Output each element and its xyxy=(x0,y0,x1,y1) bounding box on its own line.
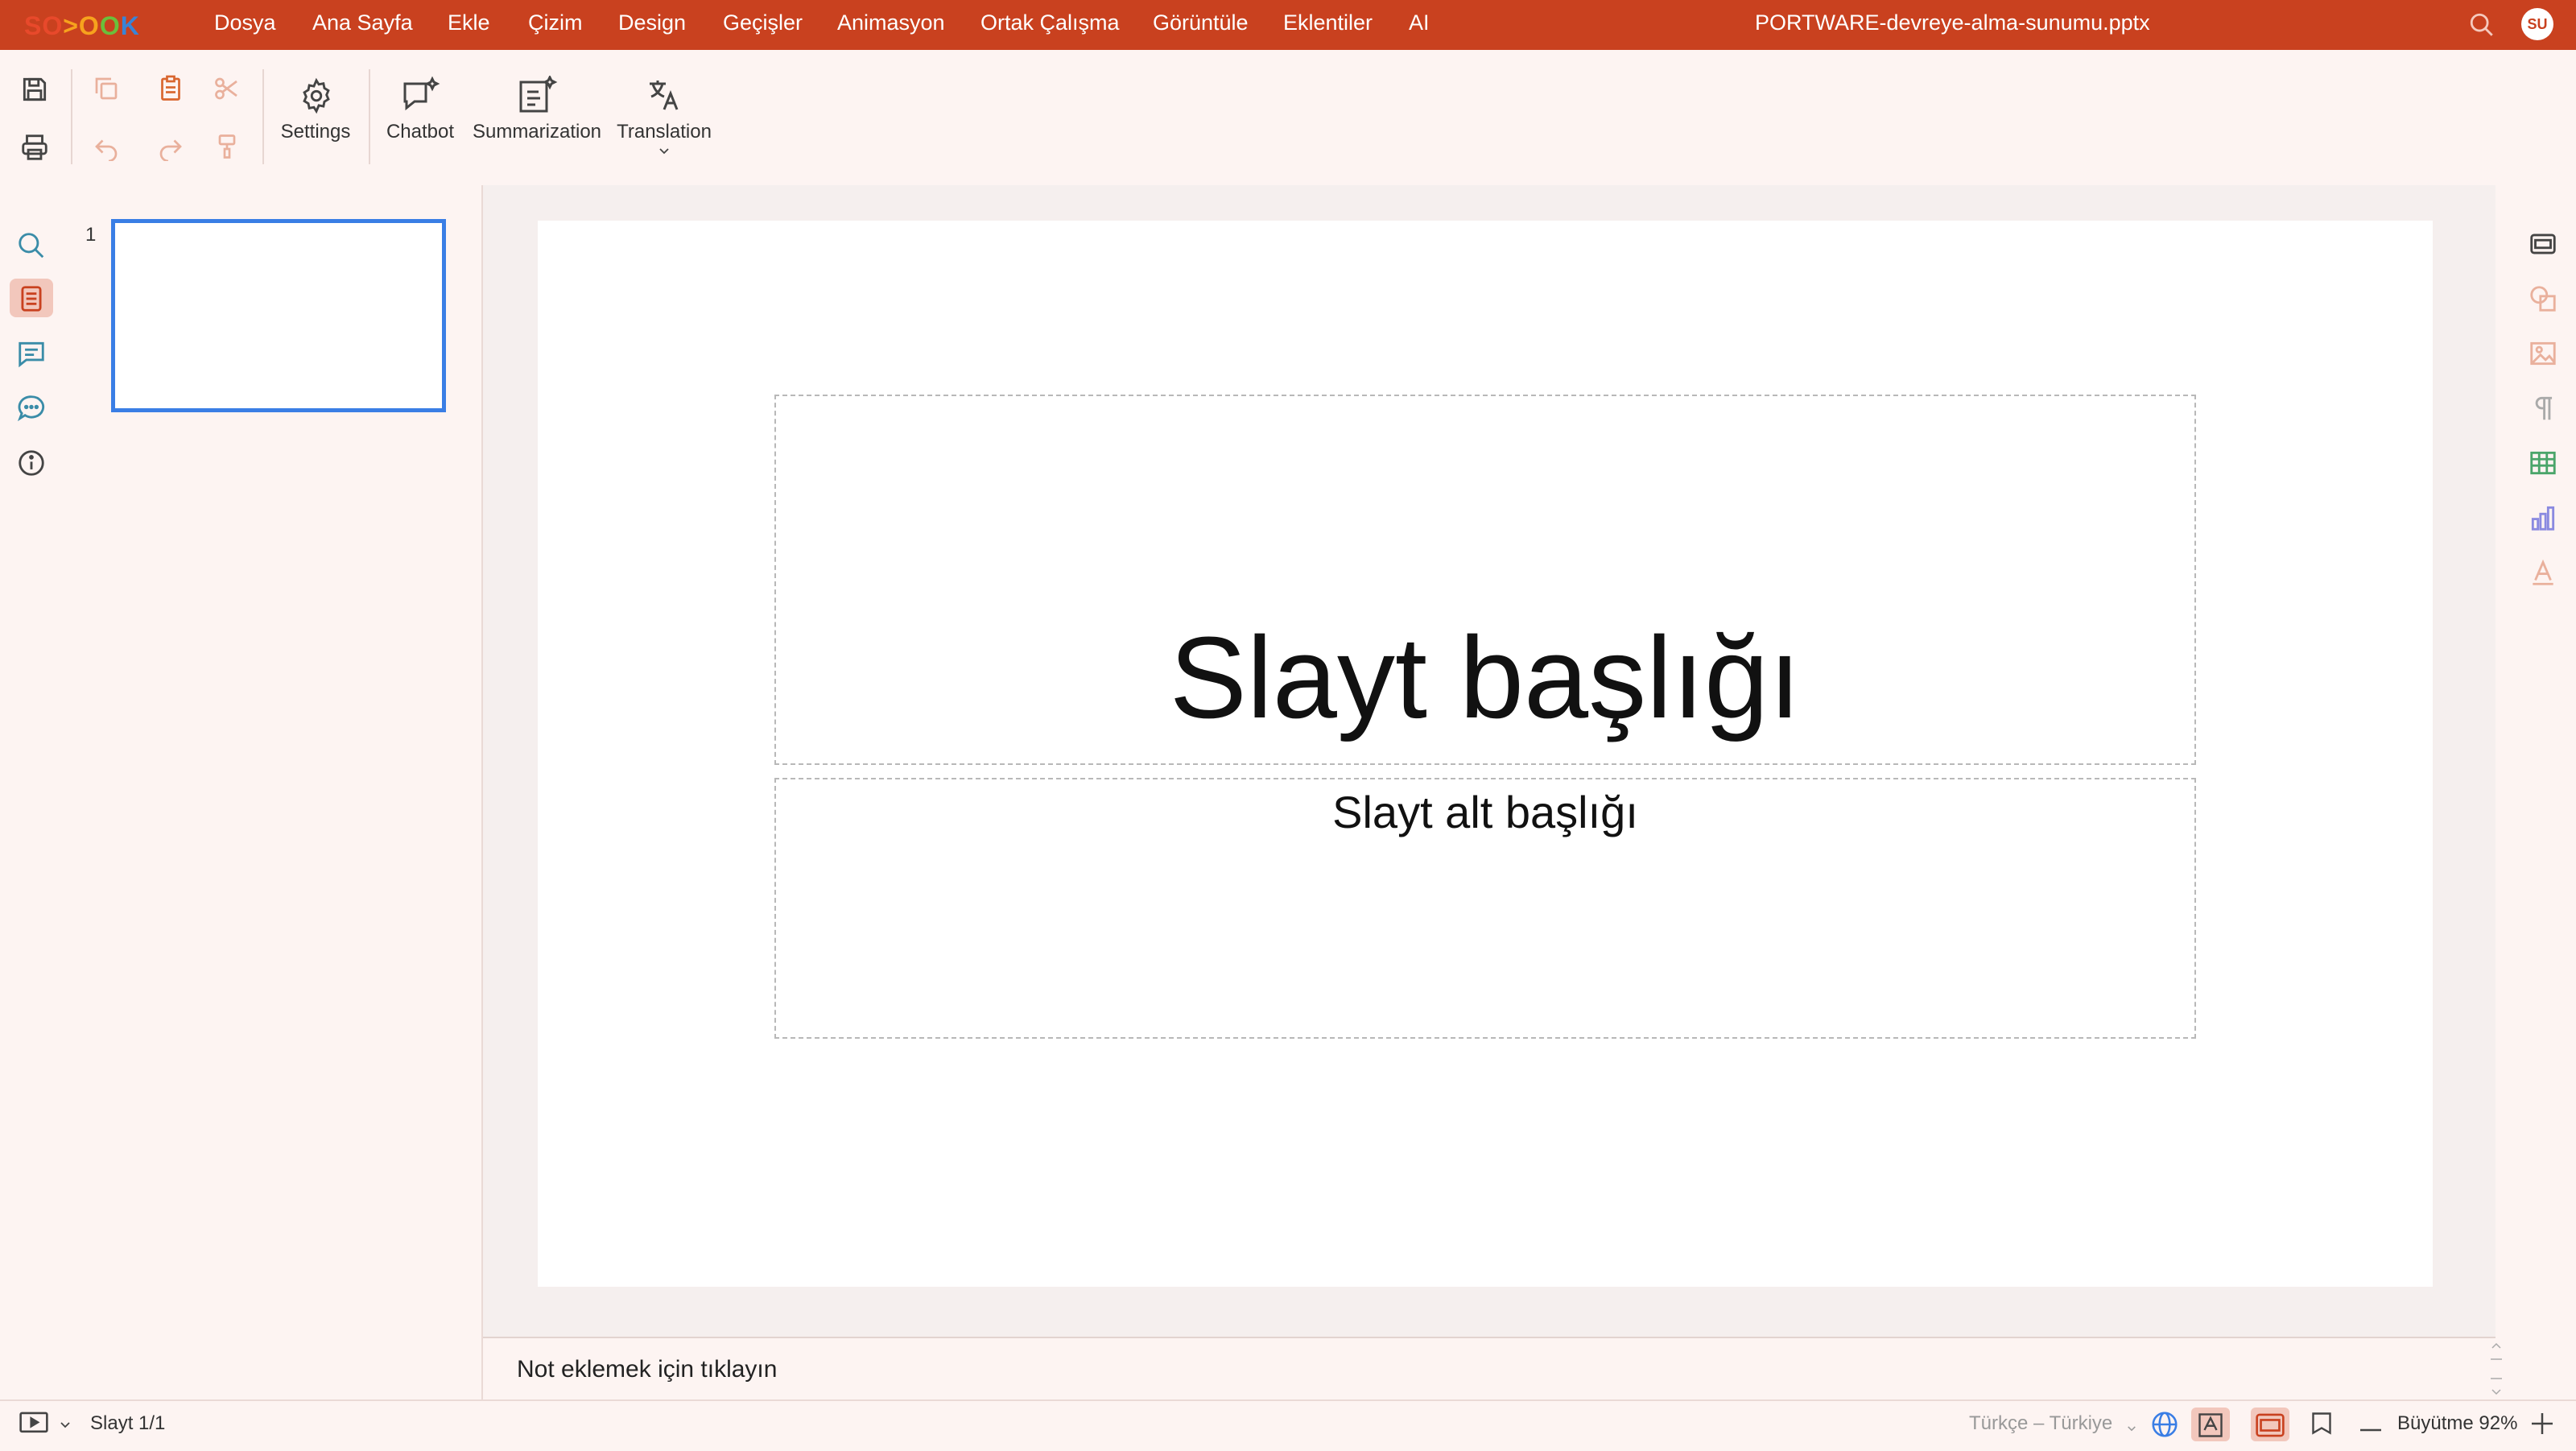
document-title: PORTWARE-devreye-alma-sunumu.pptx xyxy=(1755,10,2150,35)
paragraph-icon[interactable] xyxy=(2528,393,2558,428)
chatbot-icon[interactable] xyxy=(399,76,443,118)
menu-design[interactable]: Design xyxy=(618,10,686,35)
normal-view-icon[interactable] xyxy=(2254,1411,2286,1444)
logo-letter: S xyxy=(24,11,43,40)
menu-dosya[interactable]: Dosya xyxy=(214,10,276,35)
comments-icon[interactable] xyxy=(16,338,47,373)
settings-button[interactable]: Settings xyxy=(275,121,356,143)
language-selector[interactable]: Türkçe – Türkiye xyxy=(1969,1412,2112,1435)
ribbon-separator xyxy=(71,69,72,164)
spellcheck-icon[interactable] xyxy=(2196,1411,2225,1444)
ribbon-separator xyxy=(369,69,370,164)
slide-thumbnail[interactable] xyxy=(111,219,446,412)
menu-ai[interactable]: AI xyxy=(1409,10,1430,35)
logo-letter: > xyxy=(63,11,79,40)
status-bar xyxy=(0,1399,2576,1451)
chat-icon[interactable] xyxy=(16,393,47,428)
slide-subtitle[interactable]: Slayt alt başlığı xyxy=(774,786,2196,838)
menu-gecisler[interactable]: Geçişler xyxy=(723,10,803,35)
save-icon[interactable] xyxy=(19,74,50,109)
table-icon[interactable] xyxy=(2528,448,2558,482)
menu-eklentiler[interactable]: Eklentiler xyxy=(1283,10,1373,35)
translation-icon[interactable] xyxy=(644,76,684,118)
slideshow-icon[interactable] xyxy=(18,1409,50,1442)
notes-placeholder[interactable]: Not eklemek için tıklayın xyxy=(517,1356,777,1383)
ribbon-toolbar xyxy=(0,50,2576,187)
chatbot-button[interactable]: Chatbot xyxy=(380,121,460,143)
settings-icon[interactable] xyxy=(298,77,335,118)
search-icon[interactable] xyxy=(2468,11,2496,43)
chevron-down-icon[interactable] xyxy=(2127,1422,2136,1437)
menu-ekle[interactable]: Ekle xyxy=(448,10,490,35)
text-art-icon[interactable] xyxy=(2528,557,2558,592)
ribbon-separator xyxy=(262,69,264,164)
redo-icon[interactable] xyxy=(156,132,185,165)
undo-icon[interactable] xyxy=(92,132,121,165)
zoom-in-icon[interactable] xyxy=(2529,1411,2555,1441)
logo-letter: O xyxy=(78,11,100,40)
search-icon[interactable] xyxy=(16,230,47,265)
globe-icon[interactable] xyxy=(2149,1409,2180,1444)
menu-goruntule[interactable]: Görüntüle xyxy=(1153,10,1249,35)
notes-pane[interactable] xyxy=(483,1337,2496,1401)
chevron-down-icon[interactable] xyxy=(658,145,670,159)
notes-scrollbar[interactable] xyxy=(2487,1340,2505,1398)
menu-cizim[interactable]: Çizim xyxy=(528,10,583,35)
logo-letter: K xyxy=(120,11,140,40)
chevron-down-icon[interactable] xyxy=(60,1419,71,1433)
slide-properties-icon[interactable] xyxy=(2528,229,2558,263)
menu-ana-sayfa[interactable]: Ana Sayfa xyxy=(312,10,413,35)
paste-icon[interactable] xyxy=(156,74,185,107)
translation-button[interactable]: Translation xyxy=(612,121,716,143)
slide-counter: Slayt 1/1 xyxy=(90,1412,166,1434)
summarization-button[interactable]: Summarization xyxy=(470,121,604,143)
title-bar: SO>OOK Dosya Ana Sayfa Ekle Çizim Design… xyxy=(0,0,2576,50)
user-avatar[interactable]: SU xyxy=(2521,8,2553,40)
slide-title[interactable]: Slayt başlığı xyxy=(774,620,2196,736)
reading-view-icon[interactable] xyxy=(2307,1409,2336,1444)
info-icon[interactable] xyxy=(16,448,47,482)
shape-icon[interactable] xyxy=(2528,283,2558,318)
menu-animasyon[interactable]: Animasyon xyxy=(837,10,945,35)
logo-letter: O xyxy=(42,11,64,40)
summarization-icon[interactable] xyxy=(515,74,559,118)
format-painter-icon[interactable] xyxy=(213,132,242,165)
cut-icon[interactable] xyxy=(213,74,242,107)
slides-panel-icon[interactable] xyxy=(16,283,47,318)
app-logo: SO>OOK xyxy=(24,11,140,41)
chart-icon[interactable] xyxy=(2528,502,2558,537)
thumbnail-number: 1 xyxy=(85,224,97,246)
copy-icon[interactable] xyxy=(92,74,121,107)
menu-ortak-calisma[interactable]: Ortak Çalışma xyxy=(980,10,1120,35)
print-icon[interactable] xyxy=(19,132,50,167)
zoom-out-icon[interactable] xyxy=(2359,1422,2383,1437)
image-icon[interactable] xyxy=(2528,338,2558,373)
logo-letter: O xyxy=(99,11,121,40)
zoom-level[interactable]: Büyütme 92% xyxy=(2397,1412,2517,1435)
